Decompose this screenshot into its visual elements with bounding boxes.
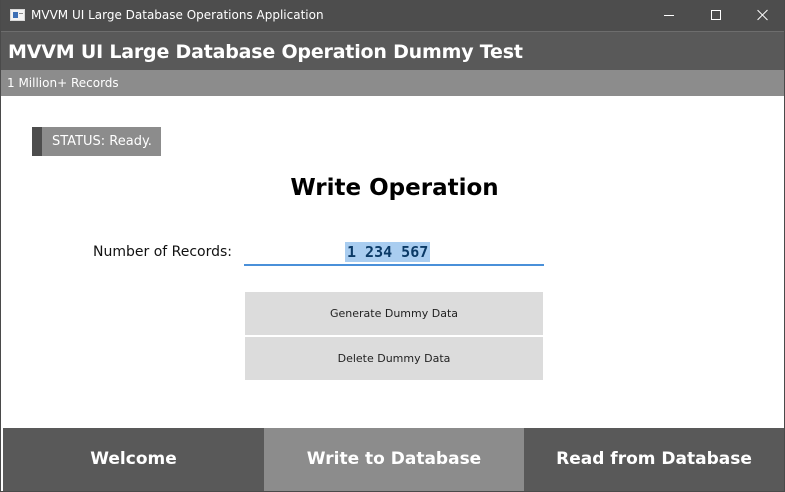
nav-read-button[interactable]: Read from Database — [524, 428, 784, 491]
records-value[interactable]: 1 234 567 — [345, 242, 431, 262]
bottom-nav: Welcome Write to Database Read from Data… — [3, 428, 784, 491]
app-icon — [10, 9, 25, 21]
section-title: Write Operation — [290, 175, 499, 201]
close-button[interactable] — [740, 0, 785, 31]
status-text: STATUS: Ready. — [52, 134, 152, 149]
app-window: MVVM UI Large Database Operations Applic… — [0, 0, 785, 492]
nav-write-button[interactable]: Write to Database — [264, 428, 524, 491]
app-header: MVVM UI Large Database Operation Dummy T… — [1, 31, 784, 70]
delete-dummy-data-button[interactable]: Delete Dummy Data — [245, 337, 543, 380]
subheader-text: 1 Million+ Records — [7, 76, 119, 90]
app-heading: MVVM UI Large Database Operation Dummy T… — [8, 41, 523, 63]
status-badge: STATUS: Ready. — [32, 127, 161, 156]
subheader: 1 Million+ Records — [1, 70, 784, 96]
window-title: MVVM UI Large Database Operations Applic… — [31, 8, 324, 22]
minimize-button[interactable] — [646, 0, 692, 31]
status-accent — [32, 127, 42, 156]
records-input[interactable]: 1 234 567 — [244, 238, 544, 266]
title-bar[interactable]: MVVM UI Large Database Operations Applic… — [1, 0, 784, 31]
nav-welcome-button[interactable]: Welcome — [3, 428, 264, 491]
maximize-button[interactable] — [693, 0, 739, 31]
records-label: Number of Records: — [93, 244, 233, 260]
close-icon — [757, 9, 769, 21]
minimize-icon — [664, 15, 674, 16]
maximize-icon — [711, 10, 721, 20]
generate-dummy-data-button[interactable]: Generate Dummy Data — [245, 292, 543, 335]
